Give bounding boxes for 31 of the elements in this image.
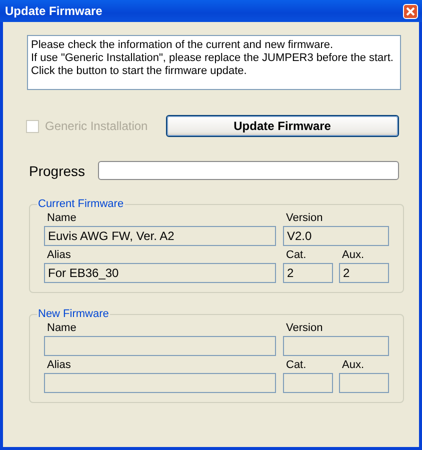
update-firmware-button[interactable]: Update Firmware [166, 115, 399, 137]
info-text: Click the button to start the firmware update. [31, 65, 248, 78]
checkbox-label: Generic Installation [45, 119, 148, 133]
group-title: New Firmware [37, 308, 110, 320]
field-label: Alias [47, 249, 72, 261]
field-label: Alias [47, 359, 72, 371]
field-label: Name [47, 212, 78, 224]
text-field[interactable]: V2.0 [283, 226, 389, 246]
group-title: Current Firmware [37, 198, 125, 210]
field-label: Cat. [286, 359, 308, 371]
close-icon [404, 4, 417, 18]
text-field[interactable]: Euvis AWG FW, Ver. A2 [44, 226, 276, 246]
text-field[interactable] [339, 373, 389, 393]
field-label: Aux. [342, 359, 366, 371]
text-field[interactable]: For EB36_30 [44, 263, 276, 283]
text-field[interactable]: 2 [339, 263, 389, 283]
info-text: Please check the information of the current and new firmware. [31, 39, 334, 52]
close-button[interactable] [403, 4, 418, 18]
window-title: Update Firmware [5, 4, 102, 18]
field-label: Version [286, 212, 324, 224]
text-field[interactable] [44, 373, 276, 393]
text-field[interactable]: 2 [283, 263, 333, 283]
text-field[interactable] [283, 336, 389, 356]
progress-label: Progress [29, 162, 86, 178]
field-label: Version [286, 322, 324, 334]
text-field[interactable] [283, 373, 333, 393]
field-label: Aux. [342, 249, 366, 261]
info-text: If use "Generic Installation", please replace the JUMPER3 before the start. [31, 52, 394, 65]
field-label: Name [47, 322, 78, 334]
text-field[interactable] [44, 336, 276, 356]
field-label: Cat. [286, 249, 308, 261]
